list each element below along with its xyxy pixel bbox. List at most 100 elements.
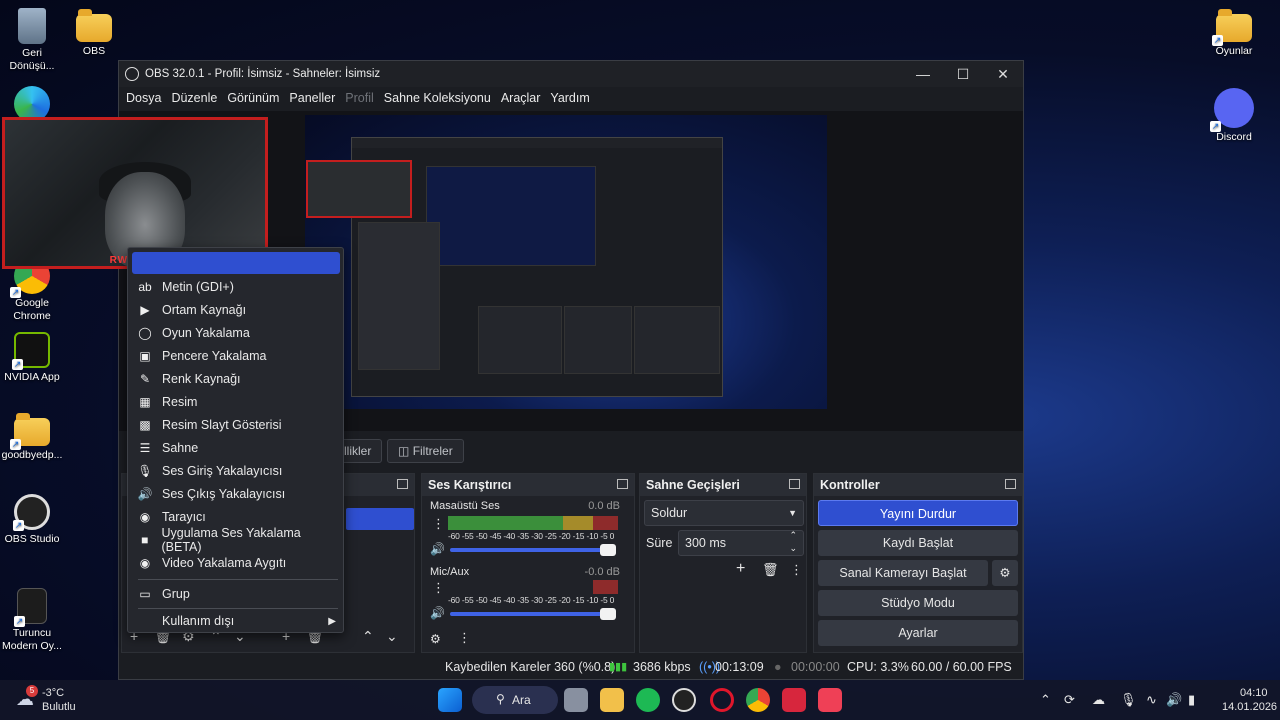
menu-item-audio-input[interactable]: 🎙 Ses Giriş Yakalayıcısı	[134, 460, 340, 482]
scene-move-up-icon[interactable]: ⌃	[362, 628, 374, 645]
taskbar: ☁ 5 -3°C Bulutlu ⚲ Ara ⌃ ⟳ ☁ 🎙 ∿ 🔊 ▮ 04:…	[0, 680, 1280, 720]
onedrive-icon[interactable]: ☁	[1092, 692, 1105, 708]
recycle-bin-icon[interactable]: Geri Dönüşü...	[0, 8, 64, 73]
obs-folder-icon[interactable]: OBS	[62, 8, 126, 58]
settings-button[interactable]: Ayarlar	[818, 620, 1018, 646]
channel-2-speaker-icon[interactable]: 🔊	[430, 606, 445, 620]
channel-1-name: Masaüstü Ses	[430, 500, 500, 512]
float-icon[interactable]	[617, 479, 628, 489]
transition-select[interactable]: Soldur ▼	[644, 500, 804, 526]
menu-item-image[interactable]: ▦ Resim	[134, 391, 340, 413]
menu-highlight[interactable]	[132, 252, 340, 274]
start-record-button[interactable]: Kaydı Başlat	[818, 530, 1018, 556]
task-view-icon[interactable]	[564, 688, 588, 712]
menu-item-label: Kullanım dışı	[162, 614, 235, 628]
channel-1-menu-icon[interactable]: ⋮	[432, 516, 445, 532]
start-button[interactable]	[438, 688, 462, 712]
transition-menu-icon[interactable]: ⋮	[790, 562, 803, 578]
stepper-icon[interactable]: ⌃ ⌄	[789, 529, 797, 555]
channel-2-volume-slider[interactable]	[450, 608, 616, 620]
menu-item-group[interactable]: ▭ Grup	[134, 583, 340, 605]
document-icon	[14, 588, 47, 627]
menu-item-text-gdi[interactable]: ab Metin (GDI+)	[134, 276, 340, 298]
maximize-button[interactable]: ☐	[943, 61, 983, 87]
chevron-up-icon[interactable]: ⌃	[1040, 692, 1051, 708]
menu-item-audio-output[interactable]: 🔊 Ses Çıkış Yakalayıcısı	[134, 483, 340, 505]
menu-docks[interactable]: Paneller	[284, 91, 340, 105]
menu-tools[interactable]: Araçlar	[496, 91, 546, 105]
menu-help[interactable]: Yardım	[545, 91, 594, 105]
menu-item-scene[interactable]: ☰ Sahne	[134, 437, 340, 459]
channel-1-volume-slider[interactable]	[450, 544, 616, 556]
clock-date[interactable]: 14.01.2026	[1222, 701, 1277, 713]
oyunlar-label: Oyunlar	[1215, 45, 1253, 57]
menu-item-deprecated[interactable]: Kullanım dışı ▶	[134, 610, 340, 632]
title-bar[interactable]: OBS 32.0.1 - Profil: İsimsiz - Sahneler:…	[119, 61, 1023, 87]
menu-item-label: Sahne	[162, 441, 199, 455]
menu-view[interactable]: Görünüm	[222, 91, 284, 105]
battery-icon[interactable]: ▮	[1188, 692, 1195, 708]
virtual-camera-button[interactable]: Sanal Kamerayı Başlat	[818, 560, 988, 586]
controls-dock: Kontroller Yayını Durdur Kaydı Başlat Sa…	[813, 473, 1023, 653]
obs-taskbar-icon[interactable]	[672, 688, 696, 712]
sources-selected-row[interactable]	[346, 508, 414, 530]
search-box[interactable]: ⚲ Ara	[472, 686, 558, 714]
float-icon[interactable]	[1005, 479, 1016, 489]
nvidia-shortcut[interactable]: NVIDIA App	[0, 332, 64, 384]
menu-item-window-capture[interactable]: ▣ Pencere Yakalama	[134, 345, 340, 367]
nested-title	[352, 138, 722, 148]
goodbye-folder[interactable]: goodbyedp...	[0, 413, 64, 462]
channel-1-speaker-icon[interactable]: 🔊	[430, 542, 445, 556]
turuncu-shortcut[interactable]: Turuncu Modern Oy...	[0, 588, 64, 653]
float-icon[interactable]	[789, 479, 800, 489]
studio-mode-button[interactable]: Stüdyo Modu	[818, 590, 1018, 616]
file-explorer-icon[interactable]	[600, 688, 624, 712]
nested-obs-preview	[306, 137, 723, 397]
microphone-tray-icon[interactable]: 🎙	[1120, 692, 1137, 708]
camera-icon: ◉	[139, 556, 151, 570]
menu-separator	[138, 579, 338, 580]
menu-item-app-audio[interactable]: ■ Uygulama Ses Yakalama (BETA)	[134, 526, 340, 554]
discord-shortcut[interactable]: Discord	[1202, 88, 1266, 144]
mixer-menu-icon[interactable]: ⋮	[458, 630, 471, 646]
menu-item-color-source[interactable]: ✎ Renk Kaynağı	[134, 368, 340, 390]
duration-input[interactable]: 300 ms ⌃ ⌄	[678, 530, 804, 556]
menu-item-label: Metin (GDI+)	[162, 280, 234, 294]
opera-icon[interactable]	[710, 688, 734, 712]
pocket-icon[interactable]	[818, 688, 842, 712]
menu-item-video-capture[interactable]: ◉ Video Yakalama Aygıtı	[134, 552, 340, 574]
add-transition-icon[interactable]: +	[736, 560, 745, 578]
float-icon[interactable]	[397, 479, 408, 489]
menu-item-image-slideshow[interactable]: ▩ Resim Slayt Gösterisi	[134, 414, 340, 436]
menu-scene-collection[interactable]: Sahne Koleksiyonu	[379, 91, 496, 105]
menu-file[interactable]: Dosya	[121, 91, 166, 105]
obs-studio-shortcut[interactable]: OBS Studio	[0, 494, 64, 546]
menu-item-game-capture[interactable]: ◯ Oyun Yakalama	[134, 322, 340, 344]
filters-icon: ◫	[398, 444, 410, 458]
remove-transition-icon[interactable]: 🗑	[762, 562, 779, 578]
sync-icon[interactable]: ⟳	[1064, 692, 1075, 708]
volume-icon[interactable]: 🔊	[1166, 692, 1182, 708]
channel-2-menu-icon[interactable]: ⋮	[432, 580, 445, 596]
virtual-camera-settings-button[interactable]: ⚙	[992, 560, 1018, 586]
mixer-settings-icon[interactable]: ⚙	[430, 632, 441, 646]
wifi-icon[interactable]: ∿	[1146, 692, 1157, 708]
menu-edit[interactable]: Düzenle	[166, 91, 222, 105]
chrome-taskbar-icon[interactable]	[746, 688, 770, 712]
stop-stream-button[interactable]: Yayını Durdur	[818, 500, 1018, 526]
scene-move-down-icon[interactable]: ⌄	[386, 628, 398, 645]
nested-menu	[352, 148, 722, 156]
close-button[interactable]: ✕	[983, 61, 1023, 87]
cpu-usage: CPU: 3.3%	[847, 660, 909, 674]
controls-header: Kontroller	[814, 474, 1022, 496]
weather-widget[interactable]: ☁ 5 -3°C Bulutlu	[14, 685, 104, 715]
filters-tab[interactable]: ◫ Filtreler	[387, 439, 464, 463]
menu-profile[interactable]: Profil	[340, 91, 378, 105]
spotify-icon[interactable]	[636, 688, 660, 712]
oyunlar-folder[interactable]: Oyunlar	[1202, 8, 1266, 58]
minimize-button[interactable]: —	[903, 61, 943, 87]
menu-item-browser[interactable]: ◉ Tarayıcı	[134, 506, 340, 528]
menu-item-media-source[interactable]: ▶ Ortam Kaynağı	[134, 299, 340, 321]
app-red-icon[interactable]	[782, 688, 806, 712]
clock-time[interactable]: 04:10	[1240, 687, 1268, 699]
